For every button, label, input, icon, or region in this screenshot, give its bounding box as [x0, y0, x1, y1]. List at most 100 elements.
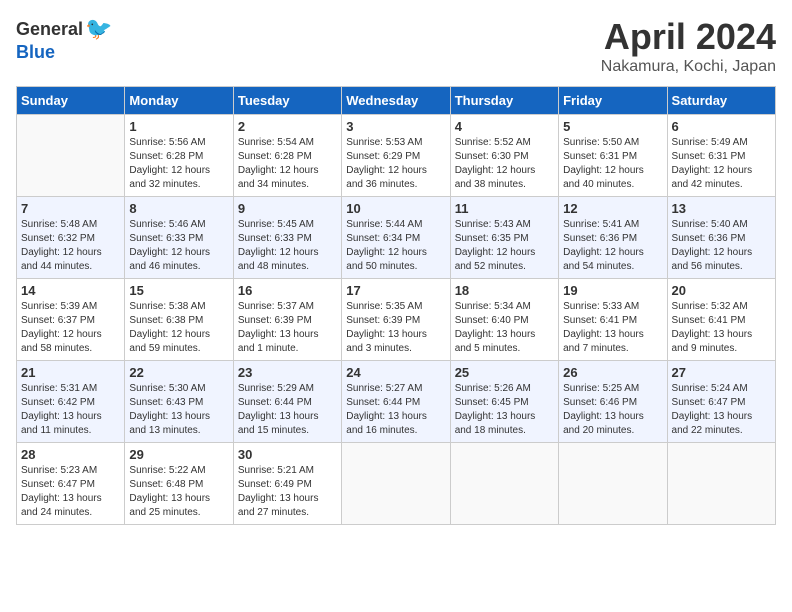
day-info: Sunrise: 5:50 AM Sunset: 6:31 PM Dayligh… [563, 136, 662, 192]
day-number: 13 [672, 201, 771, 216]
day-info: Sunrise: 5:43 AM Sunset: 6:35 PM Dayligh… [455, 218, 554, 274]
calendar-cell: 24 Sunrise: 5:27 AM Sunset: 6:44 PM Dayli… [342, 361, 450, 443]
day-info: Sunrise: 5:40 AM Sunset: 6:36 PM Dayligh… [672, 218, 771, 274]
calendar-cell: 20 Sunrise: 5:32 AM Sunset: 6:41 PM Dayli… [667, 279, 775, 361]
day-info: Sunrise: 5:30 AM Sunset: 6:43 PM Dayligh… [129, 382, 228, 438]
calendar-week-3: 14Sunrise: 5:39 AM Sunset: 6:37 PM Dayli… [17, 279, 776, 361]
calendar-cell: 9 Sunrise: 5:45 AM Sunset: 6:33 PM Daylig… [233, 197, 341, 279]
day-number: 26 [563, 365, 662, 380]
day-info: Sunrise: 5:41 AM Sunset: 6:36 PM Dayligh… [563, 218, 662, 274]
day-info: Sunrise: 5:35 AM Sunset: 6:39 PM Dayligh… [346, 300, 445, 356]
logo-blue: Blue [16, 42, 55, 63]
calendar-cell: 16 Sunrise: 5:37 AM Sunset: 6:39 PM Dayli… [233, 279, 341, 361]
calendar-cell: 30Sunrise: 5:21 AM Sunset: 6:49 PM Dayli… [233, 443, 341, 525]
calendar-title: April 2024 [601, 16, 776, 58]
logo: General 🐦 Blue [16, 16, 112, 63]
calendar-cell: 23Sunrise: 5:29 AM Sunset: 6:44 PM Dayli… [233, 361, 341, 443]
column-header-monday: Monday [125, 87, 233, 115]
calendar-cell: 12 Sunrise: 5:41 AM Sunset: 6:36 PM Dayli… [559, 197, 667, 279]
calendar-cell [559, 443, 667, 525]
day-info: Sunrise: 5:25 AM Sunset: 6:46 PM Dayligh… [563, 382, 662, 438]
day-number: 4 [455, 119, 554, 134]
day-info: Sunrise: 5:27 AM Sunset: 6:44 PM Dayligh… [346, 382, 445, 438]
calendar-cell [17, 115, 125, 197]
day-info: Sunrise: 5:45 AM Sunset: 6:33 PM Dayligh… [238, 218, 337, 274]
column-header-thursday: Thursday [450, 87, 558, 115]
calendar-cell: 27Sunrise: 5:24 AM Sunset: 6:47 PM Dayli… [667, 361, 775, 443]
day-number: 27 [672, 365, 771, 380]
day-number: 17 [346, 283, 445, 298]
day-info: Sunrise: 5:26 AM Sunset: 6:45 PM Dayligh… [455, 382, 554, 438]
day-info: Sunrise: 5:37 AM Sunset: 6:39 PM Dayligh… [238, 300, 337, 356]
day-number: 3 [346, 119, 445, 134]
day-number: 5 [563, 119, 662, 134]
column-header-saturday: Saturday [667, 87, 775, 115]
header: General 🐦 Blue April 2024 Nakamura, Koch… [16, 16, 776, 76]
day-info: Sunrise: 5:53 AM Sunset: 6:29 PM Dayligh… [346, 136, 445, 192]
day-info: Sunrise: 5:48 AM Sunset: 6:32 PM Dayligh… [21, 218, 120, 274]
calendar-cell: 17 Sunrise: 5:35 AM Sunset: 6:39 PM Dayli… [342, 279, 450, 361]
calendar-cell [450, 443, 558, 525]
day-info: Sunrise: 5:32 AM Sunset: 6:41 PM Dayligh… [672, 300, 771, 356]
day-number: 19 [563, 283, 662, 298]
day-number: 10 [346, 201, 445, 216]
calendar-cell: 10 Sunrise: 5:44 AM Sunset: 6:34 PM Dayli… [342, 197, 450, 279]
calendar-header-row: SundayMondayTuesdayWednesdayThursdayFrid… [17, 87, 776, 115]
calendar-cell: 14Sunrise: 5:39 AM Sunset: 6:37 PM Dayli… [17, 279, 125, 361]
day-info: Sunrise: 5:56 AM Sunset: 6:28 PM Dayligh… [129, 136, 228, 192]
column-header-wednesday: Wednesday [342, 87, 450, 115]
column-header-sunday: Sunday [17, 87, 125, 115]
calendar-cell: 19 Sunrise: 5:33 AM Sunset: 6:41 PM Dayli… [559, 279, 667, 361]
calendar-cell: 8 Sunrise: 5:46 AM Sunset: 6:33 PM Daylig… [125, 197, 233, 279]
day-info: Sunrise: 5:54 AM Sunset: 6:28 PM Dayligh… [238, 136, 337, 192]
day-info: Sunrise: 5:39 AM Sunset: 6:37 PM Dayligh… [21, 300, 120, 356]
calendar-cell: 26 Sunrise: 5:25 AM Sunset: 6:46 PM Dayli… [559, 361, 667, 443]
day-info: Sunrise: 5:33 AM Sunset: 6:41 PM Dayligh… [563, 300, 662, 356]
day-info: Sunrise: 5:34 AM Sunset: 6:40 PM Dayligh… [455, 300, 554, 356]
day-info: Sunrise: 5:22 AM Sunset: 6:48 PM Dayligh… [129, 464, 228, 520]
day-number: 24 [346, 365, 445, 380]
calendar-week-2: 7 Sunrise: 5:48 AM Sunset: 6:32 PM Daylig… [17, 197, 776, 279]
day-number: 8 [129, 201, 228, 216]
day-number: 11 [455, 201, 554, 216]
column-header-friday: Friday [559, 87, 667, 115]
calendar-cell: 4 Sunrise: 5:52 AM Sunset: 6:30 PM Daylig… [450, 115, 558, 197]
calendar-cell: 1 Sunrise: 5:56 AM Sunset: 6:28 PM Daylig… [125, 115, 233, 197]
day-info: Sunrise: 5:21 AM Sunset: 6:49 PM Dayligh… [238, 464, 337, 520]
calendar-cell: 2 Sunrise: 5:54 AM Sunset: 6:28 PM Daylig… [233, 115, 341, 197]
day-info: Sunrise: 5:44 AM Sunset: 6:34 PM Dayligh… [346, 218, 445, 274]
day-info: Sunrise: 5:31 AM Sunset: 6:42 PM Dayligh… [21, 382, 120, 438]
calendar-cell [342, 443, 450, 525]
logo-bird-icon: 🐦 [85, 16, 112, 42]
day-number: 7 [21, 201, 120, 216]
day-info: Sunrise: 5:49 AM Sunset: 6:31 PM Dayligh… [672, 136, 771, 192]
day-info: Sunrise: 5:52 AM Sunset: 6:30 PM Dayligh… [455, 136, 554, 192]
calendar-cell: 29 Sunrise: 5:22 AM Sunset: 6:48 PM Dayli… [125, 443, 233, 525]
day-number: 1 [129, 119, 228, 134]
title-area: April 2024 Nakamura, Kochi, Japan [601, 16, 776, 76]
calendar-week-5: 28Sunrise: 5:23 AM Sunset: 6:47 PM Dayli… [17, 443, 776, 525]
day-number: 21 [21, 365, 120, 380]
calendar-cell: 15Sunrise: 5:38 AM Sunset: 6:38 PM Dayli… [125, 279, 233, 361]
calendar-cell: 13 Sunrise: 5:40 AM Sunset: 6:36 PM Dayli… [667, 197, 775, 279]
calendar-cell: 18 Sunrise: 5:34 AM Sunset: 6:40 PM Dayli… [450, 279, 558, 361]
day-info: Sunrise: 5:38 AM Sunset: 6:38 PM Dayligh… [129, 300, 228, 356]
day-number: 22 [129, 365, 228, 380]
calendar-cell: 5 Sunrise: 5:50 AM Sunset: 6:31 PM Daylig… [559, 115, 667, 197]
calendar-table: SundayMondayTuesdayWednesdayThursdayFrid… [16, 86, 776, 525]
day-info: Sunrise: 5:46 AM Sunset: 6:33 PM Dayligh… [129, 218, 228, 274]
logo-general: General [16, 19, 83, 40]
calendar-cell: 21 Sunrise: 5:31 AM Sunset: 6:42 PM Dayli… [17, 361, 125, 443]
day-number: 2 [238, 119, 337, 134]
calendar-cell: 7 Sunrise: 5:48 AM Sunset: 6:32 PM Daylig… [17, 197, 125, 279]
day-number: 16 [238, 283, 337, 298]
day-number: 20 [672, 283, 771, 298]
calendar-cell: 28Sunrise: 5:23 AM Sunset: 6:47 PM Dayli… [17, 443, 125, 525]
day-number: 9 [238, 201, 337, 216]
calendar-week-4: 21 Sunrise: 5:31 AM Sunset: 6:42 PM Dayli… [17, 361, 776, 443]
calendar-cell: 11 Sunrise: 5:43 AM Sunset: 6:35 PM Dayli… [450, 197, 558, 279]
day-number: 12 [563, 201, 662, 216]
day-number: 18 [455, 283, 554, 298]
day-number: 6 [672, 119, 771, 134]
day-number: 29 [129, 447, 228, 462]
